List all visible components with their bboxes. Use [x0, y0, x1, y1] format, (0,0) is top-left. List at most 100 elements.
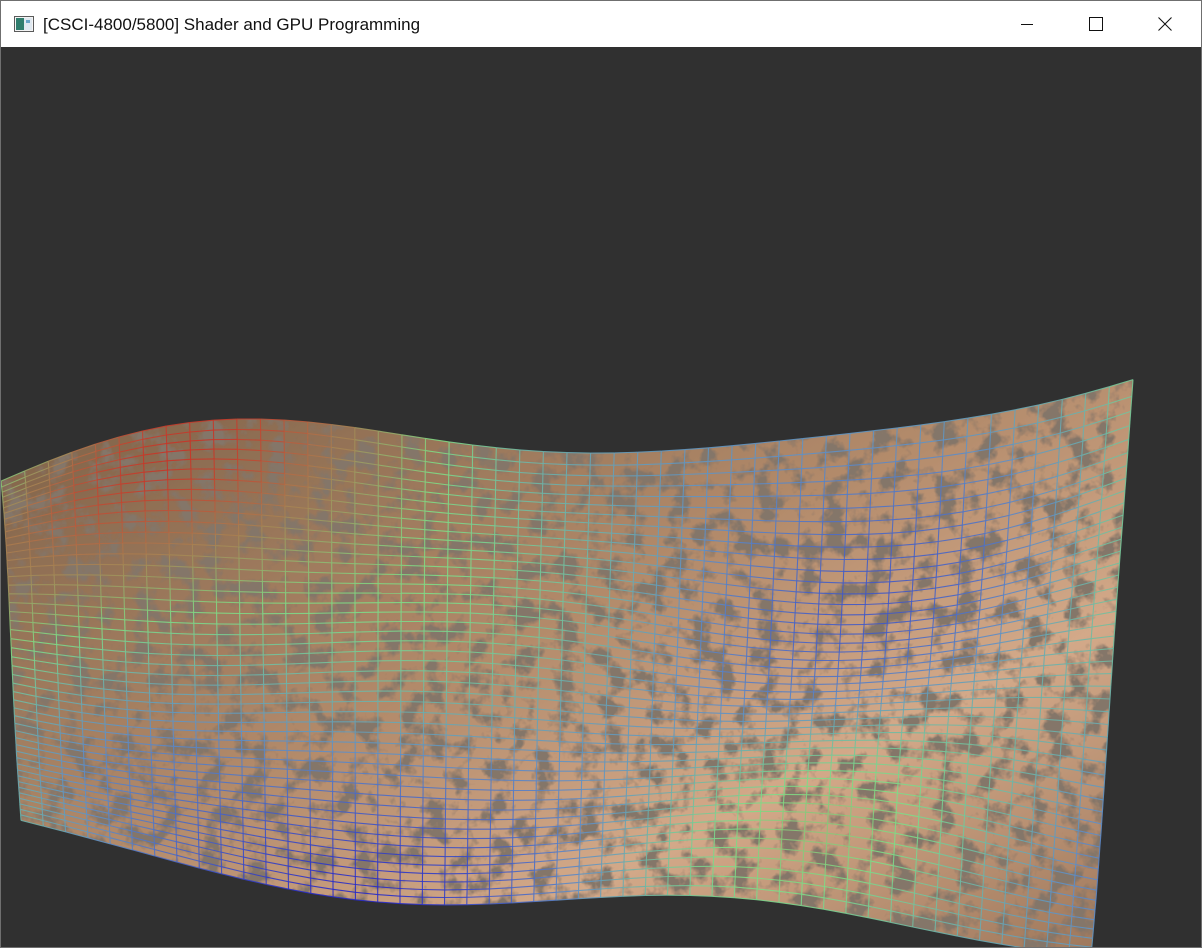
wireframe-segment	[743, 705, 767, 708]
wireframe-segment	[824, 452, 827, 468]
wireframe-segment	[766, 691, 769, 700]
wireframe-segment	[886, 613, 889, 624]
wireframe-segment	[894, 822, 897, 834]
wireframe-segment	[982, 557, 984, 569]
wireframe-segment	[909, 621, 911, 631]
wireframe-segment	[862, 624, 865, 634]
render-viewport[interactable]	[1, 47, 1201, 947]
wireframe-segment	[970, 716, 972, 726]
wireframe-segment	[1005, 870, 1008, 882]
wireframe-segment	[783, 802, 807, 804]
minimize-button[interactable]	[1004, 1, 1050, 47]
wireframe-segment	[1006, 859, 1009, 871]
wireframe-segment	[979, 919, 982, 930]
wireframe-segment	[468, 788, 491, 791]
wireframe-segment	[989, 767, 992, 778]
wireframe-segment	[807, 762, 810, 771]
wireframe-segment	[801, 438, 804, 455]
wireframe-segment	[871, 829, 874, 840]
wireframe-segment	[947, 724, 971, 727]
wireframe-segment	[729, 472, 732, 485]
wireframe-segment	[869, 861, 872, 873]
wireframe-segment	[878, 717, 881, 726]
wireframe-segment	[628, 734, 652, 737]
wireframe-segment	[841, 593, 844, 605]
maximize-button[interactable]	[1073, 1, 1119, 47]
wireframe-segment	[467, 888, 490, 891]
wireframe-segment	[829, 778, 831, 788]
wireframe-segment	[762, 756, 765, 765]
wireframe-segment	[920, 767, 923, 778]
wireframe-segment	[785, 762, 809, 764]
wireframe-segment	[1027, 886, 1030, 898]
wireframe-segment	[931, 627, 934, 637]
wireframe-segment	[1017, 687, 1020, 698]
wireframe-segment	[400, 700, 424, 703]
wireframe-segment	[1009, 814, 1011, 827]
wireframe-segment	[839, 650, 863, 653]
wireframe-segment	[714, 837, 737, 840]
wireframe-segment	[976, 637, 979, 647]
wireframe-segment	[860, 667, 862, 676]
wireframe-segment	[981, 886, 984, 898]
wireframe-segment	[820, 546, 823, 560]
wireframe-segment	[778, 891, 780, 903]
wireframe-segment	[1022, 629, 1025, 639]
wireframe-segment	[824, 864, 827, 876]
wireframe-segment	[559, 760, 583, 763]
wireframe-segment	[832, 726, 835, 734]
wireframe-segment	[668, 875, 691, 878]
wireframe-segment	[1020, 648, 1023, 659]
wireframe-segment	[614, 451, 638, 454]
wireframe-segment	[972, 689, 974, 699]
title-bar[interactable]: [CSCI-4800/5800] Shader and GPU Programm…	[1, 1, 1201, 47]
wireframe-segment	[936, 541, 939, 554]
wireframe-segment	[915, 503, 918, 518]
wireframe-segment	[990, 746, 993, 757]
wireframe-segment	[960, 859, 963, 871]
wireframe-segment	[778, 440, 780, 457]
wireframe-segment	[956, 925, 959, 937]
wireframe-segment	[214, 458, 238, 460]
wireframe-segment	[846, 480, 849, 495]
wireframe-segment	[749, 576, 751, 588]
wireframe-segment	[788, 706, 791, 714]
wireframe-segment	[354, 573, 379, 575]
wireframe-segment	[911, 579, 914, 592]
wireframe-segment	[263, 653, 287, 656]
wireframe-segment	[991, 736, 994, 747]
wireframe-segment	[308, 622, 333, 625]
wireframe-segment	[873, 790, 876, 800]
wireframe-segment	[896, 792, 898, 803]
wireframe-segment	[958, 573, 960, 585]
close-button[interactable]	[1142, 1, 1188, 47]
wireframe-segment	[4, 525, 6, 532]
wireframe-segment	[819, 581, 844, 584]
wireframe-segment	[875, 764, 878, 773]
wireframe-segment	[932, 618, 935, 628]
wireframe-segment	[6, 568, 9, 577]
wireframe-segment	[903, 694, 906, 703]
wireframe-segment	[651, 735, 674, 737]
wireframe-segment	[904, 687, 906, 695]
wireframe-segment	[925, 708, 927, 717]
wireframe-segment	[898, 756, 901, 766]
wireframe-segment	[865, 582, 867, 594]
wireframe-segment	[844, 521, 847, 535]
wireframe-segment	[706, 484, 731, 486]
wireframe-segment	[930, 645, 933, 654]
wireframe-segment	[896, 783, 899, 794]
wireframe-segment	[902, 702, 905, 710]
app-window-icon	[14, 16, 34, 32]
wireframe-segment	[885, 632, 888, 642]
wireframe-segment	[490, 828, 513, 830]
wireframe-segment	[800, 894, 803, 906]
wireframe-segment	[730, 483, 755, 486]
wireframe-segment	[775, 496, 778, 509]
wireframe-segment	[734, 876, 736, 888]
wireframe-segment	[769, 649, 771, 659]
wireframe-segment	[868, 507, 871, 522]
wireframe-segment	[823, 886, 826, 898]
wireframe-segment	[770, 620, 773, 631]
wireframe-segment	[1059, 743, 1062, 756]
